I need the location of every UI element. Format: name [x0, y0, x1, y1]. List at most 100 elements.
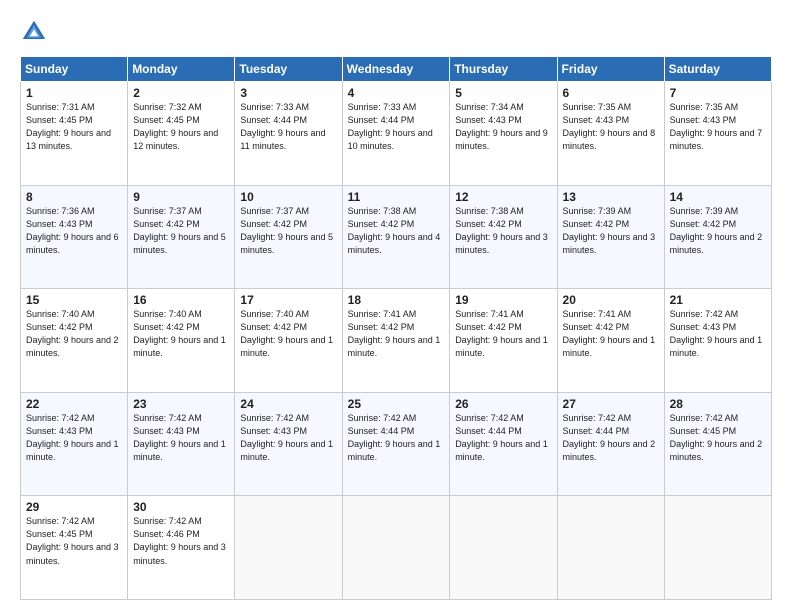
day-number: 21 [670, 293, 766, 307]
day-info: Sunrise: 7:38 AMSunset: 4:42 PMDaylight:… [455, 205, 551, 257]
calendar-cell: 2Sunrise: 7:32 AMSunset: 4:45 PMDaylight… [128, 82, 235, 186]
day-number: 9 [133, 190, 229, 204]
calendar-cell: 11Sunrise: 7:38 AMSunset: 4:42 PMDayligh… [342, 185, 450, 289]
day-number: 14 [670, 190, 766, 204]
day-number: 27 [563, 397, 659, 411]
calendar-cell: 21Sunrise: 7:42 AMSunset: 4:43 PMDayligh… [664, 289, 771, 393]
calendar-cell: 14Sunrise: 7:39 AMSunset: 4:42 PMDayligh… [664, 185, 771, 289]
col-header-monday: Monday [128, 57, 235, 82]
calendar-row: 1Sunrise: 7:31 AMSunset: 4:45 PMDaylight… [21, 82, 772, 186]
day-info: Sunrise: 7:35 AMSunset: 4:43 PMDaylight:… [670, 101, 766, 153]
day-number: 16 [133, 293, 229, 307]
day-number: 29 [26, 500, 122, 514]
day-number: 12 [455, 190, 551, 204]
day-number: 30 [133, 500, 229, 514]
calendar-cell: 16Sunrise: 7:40 AMSunset: 4:42 PMDayligh… [128, 289, 235, 393]
calendar-cell [557, 496, 664, 600]
calendar-cell: 9Sunrise: 7:37 AMSunset: 4:42 PMDaylight… [128, 185, 235, 289]
calendar-cell [235, 496, 342, 600]
col-header-tuesday: Tuesday [235, 57, 342, 82]
day-info: Sunrise: 7:42 AMSunset: 4:46 PMDaylight:… [133, 515, 229, 567]
day-number: 2 [133, 86, 229, 100]
calendar-cell: 13Sunrise: 7:39 AMSunset: 4:42 PMDayligh… [557, 185, 664, 289]
day-info: Sunrise: 7:42 AMSunset: 4:43 PMDaylight:… [670, 308, 766, 360]
calendar-cell: 19Sunrise: 7:41 AMSunset: 4:42 PMDayligh… [450, 289, 557, 393]
col-header-saturday: Saturday [664, 57, 771, 82]
day-info: Sunrise: 7:42 AMSunset: 4:44 PMDaylight:… [348, 412, 445, 464]
day-number: 20 [563, 293, 659, 307]
day-number: 13 [563, 190, 659, 204]
col-header-wednesday: Wednesday [342, 57, 450, 82]
day-info: Sunrise: 7:41 AMSunset: 4:42 PMDaylight:… [455, 308, 551, 360]
day-number: 28 [670, 397, 766, 411]
calendar-cell: 4Sunrise: 7:33 AMSunset: 4:44 PMDaylight… [342, 82, 450, 186]
day-info: Sunrise: 7:42 AMSunset: 4:43 PMDaylight:… [133, 412, 229, 464]
day-info: Sunrise: 7:42 AMSunset: 4:44 PMDaylight:… [455, 412, 551, 464]
day-info: Sunrise: 7:42 AMSunset: 4:43 PMDaylight:… [240, 412, 336, 464]
calendar-cell [342, 496, 450, 600]
day-number: 4 [348, 86, 445, 100]
day-number: 8 [26, 190, 122, 204]
calendar-cell: 18Sunrise: 7:41 AMSunset: 4:42 PMDayligh… [342, 289, 450, 393]
calendar-table: SundayMondayTuesdayWednesdayThursdayFrid… [20, 56, 772, 600]
day-number: 1 [26, 86, 122, 100]
calendar-cell: 27Sunrise: 7:42 AMSunset: 4:44 PMDayligh… [557, 392, 664, 496]
day-info: Sunrise: 7:40 AMSunset: 4:42 PMDaylight:… [133, 308, 229, 360]
day-number: 19 [455, 293, 551, 307]
calendar-cell: 28Sunrise: 7:42 AMSunset: 4:45 PMDayligh… [664, 392, 771, 496]
calendar-cell: 23Sunrise: 7:42 AMSunset: 4:43 PMDayligh… [128, 392, 235, 496]
day-info: Sunrise: 7:40 AMSunset: 4:42 PMDaylight:… [26, 308, 122, 360]
day-info: Sunrise: 7:42 AMSunset: 4:45 PMDaylight:… [26, 515, 122, 567]
calendar-row: 22Sunrise: 7:42 AMSunset: 4:43 PMDayligh… [21, 392, 772, 496]
day-number: 17 [240, 293, 336, 307]
day-info: Sunrise: 7:41 AMSunset: 4:42 PMDaylight:… [563, 308, 659, 360]
calendar-cell [664, 496, 771, 600]
logo-icon [20, 18, 48, 46]
calendar-row: 29Sunrise: 7:42 AMSunset: 4:45 PMDayligh… [21, 496, 772, 600]
day-info: Sunrise: 7:31 AMSunset: 4:45 PMDaylight:… [26, 101, 122, 153]
calendar-cell: 6Sunrise: 7:35 AMSunset: 4:43 PMDaylight… [557, 82, 664, 186]
day-number: 15 [26, 293, 122, 307]
day-number: 11 [348, 190, 445, 204]
calendar-cell: 29Sunrise: 7:42 AMSunset: 4:45 PMDayligh… [21, 496, 128, 600]
header [20, 18, 772, 46]
calendar-cell: 20Sunrise: 7:41 AMSunset: 4:42 PMDayligh… [557, 289, 664, 393]
day-info: Sunrise: 7:34 AMSunset: 4:43 PMDaylight:… [455, 101, 551, 153]
calendar-cell: 1Sunrise: 7:31 AMSunset: 4:45 PMDaylight… [21, 82, 128, 186]
col-header-thursday: Thursday [450, 57, 557, 82]
day-info: Sunrise: 7:33 AMSunset: 4:44 PMDaylight:… [240, 101, 336, 153]
col-header-friday: Friday [557, 57, 664, 82]
calendar-cell: 5Sunrise: 7:34 AMSunset: 4:43 PMDaylight… [450, 82, 557, 186]
calendar-cell: 15Sunrise: 7:40 AMSunset: 4:42 PMDayligh… [21, 289, 128, 393]
day-info: Sunrise: 7:38 AMSunset: 4:42 PMDaylight:… [348, 205, 445, 257]
calendar-cell: 25Sunrise: 7:42 AMSunset: 4:44 PMDayligh… [342, 392, 450, 496]
calendar-header-row: SundayMondayTuesdayWednesdayThursdayFrid… [21, 57, 772, 82]
day-number: 5 [455, 86, 551, 100]
day-info: Sunrise: 7:36 AMSunset: 4:43 PMDaylight:… [26, 205, 122, 257]
day-info: Sunrise: 7:42 AMSunset: 4:45 PMDaylight:… [670, 412, 766, 464]
calendar-cell: 10Sunrise: 7:37 AMSunset: 4:42 PMDayligh… [235, 185, 342, 289]
calendar-cell: 7Sunrise: 7:35 AMSunset: 4:43 PMDaylight… [664, 82, 771, 186]
day-info: Sunrise: 7:39 AMSunset: 4:42 PMDaylight:… [563, 205, 659, 257]
day-number: 25 [348, 397, 445, 411]
calendar-cell: 3Sunrise: 7:33 AMSunset: 4:44 PMDaylight… [235, 82, 342, 186]
day-info: Sunrise: 7:42 AMSunset: 4:43 PMDaylight:… [26, 412, 122, 464]
day-number: 10 [240, 190, 336, 204]
day-number: 6 [563, 86, 659, 100]
calendar-cell: 8Sunrise: 7:36 AMSunset: 4:43 PMDaylight… [21, 185, 128, 289]
calendar-cell [450, 496, 557, 600]
day-number: 7 [670, 86, 766, 100]
calendar-cell: 22Sunrise: 7:42 AMSunset: 4:43 PMDayligh… [21, 392, 128, 496]
calendar-cell: 12Sunrise: 7:38 AMSunset: 4:42 PMDayligh… [450, 185, 557, 289]
calendar-cell: 17Sunrise: 7:40 AMSunset: 4:42 PMDayligh… [235, 289, 342, 393]
logo [20, 18, 52, 46]
calendar-row: 8Sunrise: 7:36 AMSunset: 4:43 PMDaylight… [21, 185, 772, 289]
day-info: Sunrise: 7:42 AMSunset: 4:44 PMDaylight:… [563, 412, 659, 464]
day-info: Sunrise: 7:37 AMSunset: 4:42 PMDaylight:… [133, 205, 229, 257]
day-info: Sunrise: 7:32 AMSunset: 4:45 PMDaylight:… [133, 101, 229, 153]
calendar-cell: 26Sunrise: 7:42 AMSunset: 4:44 PMDayligh… [450, 392, 557, 496]
day-info: Sunrise: 7:33 AMSunset: 4:44 PMDaylight:… [348, 101, 445, 153]
day-info: Sunrise: 7:40 AMSunset: 4:42 PMDaylight:… [240, 308, 336, 360]
day-number: 26 [455, 397, 551, 411]
day-number: 3 [240, 86, 336, 100]
